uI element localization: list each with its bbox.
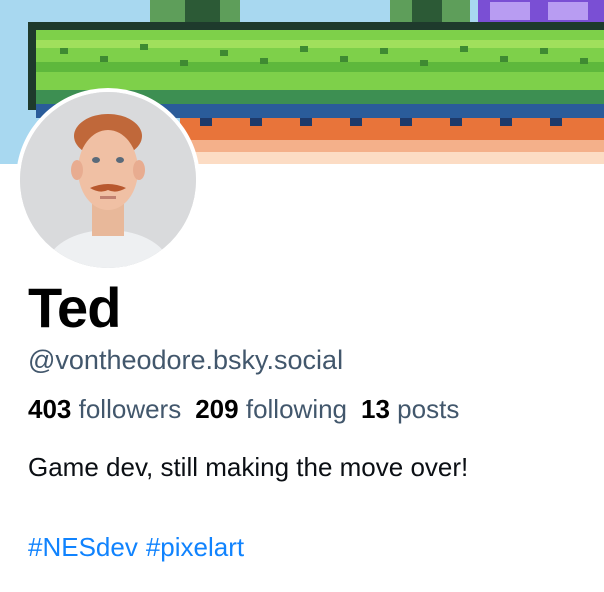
user-handle: @vontheodore.bsky.social [28, 345, 344, 375]
posts-count: 13 [361, 394, 390, 424]
following-link[interactable]: 209 following [195, 392, 347, 426]
display-name: Ted [28, 276, 121, 339]
following-label: following [245, 394, 348, 424]
followers-count: 403 [28, 394, 72, 424]
user-photo-icon [20, 92, 196, 268]
hashtag-list: #NESdev #pixelart [28, 530, 252, 564]
hashtag-pixelart[interactable]: #pixelart [146, 530, 244, 564]
posts-label: posts [397, 394, 460, 424]
profile-bio: Game dev, still making the move over! [28, 452, 469, 482]
following-count: 209 [195, 394, 239, 424]
profile-stats: 403 followers 209 following 13 posts [28, 392, 473, 426]
posts-count-group: 13 posts [361, 392, 459, 426]
followers-link[interactable]: 403 followers [28, 392, 181, 426]
hashtag-nesdev[interactable]: #NESdev [28, 530, 138, 564]
avatar[interactable] [16, 88, 200, 272]
followers-label: followers [78, 394, 182, 424]
